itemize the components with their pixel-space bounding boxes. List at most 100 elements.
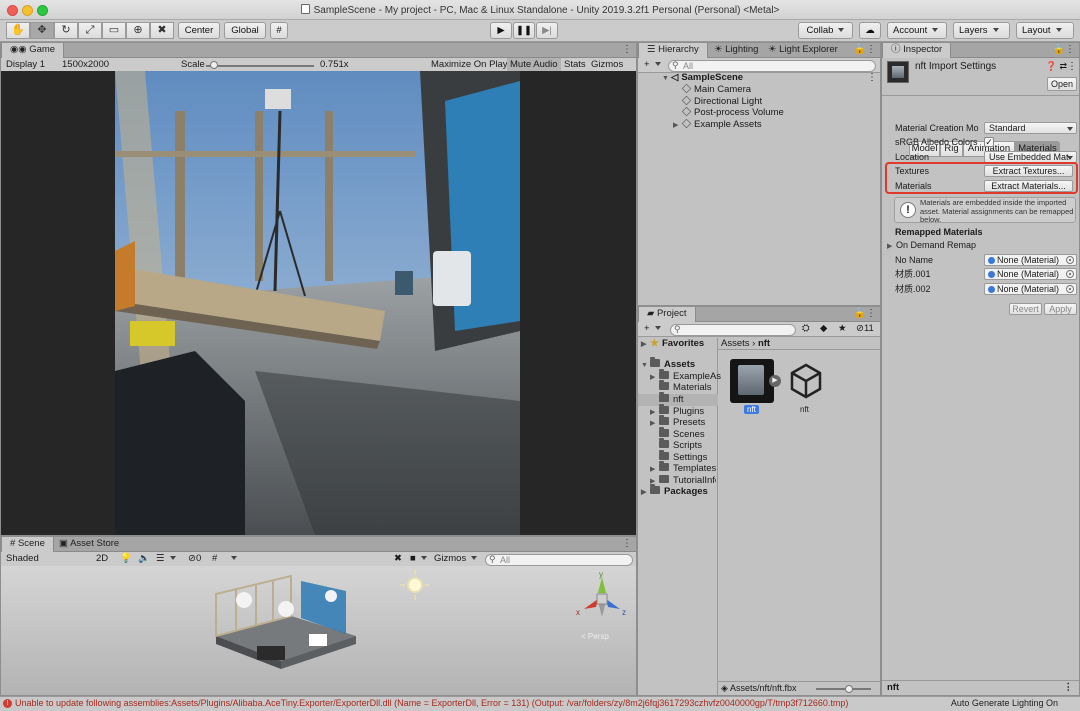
scene-menu-icon[interactable]: ⋮ [867, 72, 877, 83]
expanded-arrow-icon[interactable]: ▼ [641, 360, 650, 372]
pause-button[interactable]: ❚❚ [513, 22, 535, 39]
lighting-toggle-icon[interactable]: 💡 [117, 552, 135, 567]
scene-view-mode-label[interactable]: < Persp [581, 632, 609, 641]
remap-material-field[interactable]: None (Material) [984, 283, 1077, 295]
favorites-star-icon[interactable]: ★ [835, 322, 850, 337]
rotate-tool-icon[interactable]: ↻ [54, 22, 78, 39]
packages-row[interactable]: ▶ Packages [641, 484, 708, 499]
unity-mesh-icon[interactable] [788, 363, 824, 399]
camera-dropdown-icon[interactable]: ■ [407, 552, 430, 567]
expand-asset-arrow-icon[interactable]: ▶ [769, 375, 781, 387]
hierarchy-item-post-process-volume[interactable]: Post-process Volume [681, 106, 784, 119]
panel-menu-icon[interactable]: ⋮ [866, 44, 876, 55]
lock-icon[interactable]: 🔒 [854, 44, 866, 55]
object-picker-icon[interactable] [1066, 256, 1074, 264]
project-create-dropdown[interactable]: + [641, 322, 664, 337]
favorites-row[interactable]: ▶ ★ Favorites [641, 338, 704, 350]
console-error-message[interactable]: Unable to update following assemblies:As… [15, 698, 848, 708]
grid-snap-icon[interactable]: # [270, 22, 288, 39]
transform-tool-icon[interactable]: ⊕ [126, 22, 150, 39]
layout-dropdown[interactable]: Layout [1016, 22, 1074, 39]
tab-inspector[interactable]: ⓘ Inspector [882, 43, 952, 58]
project-search-input[interactable] [670, 324, 796, 336]
assets-root-row[interactable]: ▼ Assets [641, 357, 695, 372]
tab-asset-store[interactable]: ▣ Asset Store [51, 537, 127, 552]
tab-game[interactable]: ◉◉ Game [1, 43, 65, 58]
tab-light-explorer[interactable]: ☀ Light Explorer [760, 43, 846, 58]
icon-size-slider-thumb[interactable] [845, 685, 853, 693]
create-dropdown[interactable]: + [641, 58, 664, 73]
move-tool-icon[interactable]: ✥ [30, 22, 54, 39]
folder-row-selected[interactable]: nft [638, 392, 718, 406]
layers-dropdown[interactable]: Layers [953, 22, 1010, 39]
hierarchy-item-example-assets[interactable]: ▶ Example Assets [673, 118, 762, 132]
lock-icon[interactable]: 🔒 [854, 308, 866, 319]
scale-tool-icon[interactable]: ⤢ [78, 22, 102, 39]
object-picker-icon[interactable] [1066, 270, 1074, 278]
expanded-arrow-icon[interactable]: ▼ [662, 73, 671, 85]
account-dropdown[interactable]: Account [887, 22, 947, 39]
breadcrumb-assets[interactable]: Assets [721, 338, 750, 349]
folder-row[interactable]: Scripts [659, 438, 702, 452]
tab-project[interactable]: ▰ Project [638, 307, 696, 322]
presets-icon[interactable]: ⇄ [1059, 61, 1067, 72]
preview-menu-icon[interactable]: ⋮ [1064, 681, 1074, 695]
scene-search-input[interactable]: All [485, 554, 633, 566]
collapsed-arrow-icon[interactable]: ▶ [887, 241, 896, 253]
object-picker-icon[interactable] [1066, 285, 1074, 293]
revert-button[interactable]: Revert [1009, 303, 1042, 315]
material-creation-dropdown[interactable]: Standard [984, 122, 1077, 134]
remap-material-field[interactable]: None (Material) [984, 254, 1077, 266]
nft-model-thumbnail[interactable] [730, 359, 774, 403]
collapsed-arrow-icon[interactable]: ▶ [641, 339, 650, 351]
pivot-rotation-button[interactable]: Global [224, 22, 266, 39]
context-menu-icon[interactable]: ⋮ [1067, 61, 1077, 72]
tools-icon[interactable]: ✖ [391, 552, 405, 567]
srgb-albedo-checkbox[interactable]: ✓ [984, 137, 994, 147]
audio-toggle-icon[interactable]: 🔈 [135, 552, 153, 567]
collapsed-arrow-icon[interactable]: ▶ [641, 487, 650, 499]
tab-hierarchy[interactable]: ☰ Hierarchy [638, 43, 708, 58]
scene-viewport[interactable]: y x z < Persp [1, 566, 636, 695]
folder-row[interactable]: ▶ Templates [650, 461, 716, 475]
lock-icon[interactable]: 🔒 [1053, 44, 1065, 55]
hidden-objects-icon[interactable]: ⊘0 [185, 552, 204, 567]
tab-lighting[interactable]: ☀ Lighting [706, 43, 766, 58]
folder-row[interactable]: Materials [659, 380, 712, 394]
hand-tool-icon[interactable]: ✋ [6, 22, 30, 39]
breadcrumb-nft[interactable]: nft [758, 338, 770, 349]
help-icon[interactable]: ❓ [1046, 61, 1057, 72]
search-by-label-icon[interactable]: ◆ [817, 322, 830, 337]
panel-menu-icon[interactable]: ⋮ [622, 44, 632, 55]
extract-materials-button[interactable]: Extract Materials... [984, 180, 1073, 192]
tab-scene[interactable]: # Scene [1, 537, 54, 552]
grid-toggle-icon[interactable]: # [209, 552, 220, 567]
open-button[interactable]: Open [1047, 77, 1077, 91]
rect-tool-icon[interactable]: ▭ [102, 22, 126, 39]
scale-slider-track[interactable] [206, 65, 314, 67]
extract-textures-button[interactable]: Extract Textures... [984, 165, 1073, 177]
collab-dropdown[interactable]: Collab [798, 22, 853, 39]
remap-material-field[interactable]: None (Material) [984, 268, 1077, 280]
collapsed-arrow-icon[interactable]: ▶ [650, 418, 659, 430]
effects-dropdown-icon[interactable]: ☰ [153, 552, 179, 567]
2d-toggle[interactable]: 2D [93, 552, 111, 567]
scene-orientation-gizmo-icon[interactable]: y x z [574, 571, 630, 627]
panel-menu-icon[interactable]: ⋮ [1065, 44, 1075, 55]
custom-tool-icon[interactable]: ✖ [150, 22, 174, 39]
cloud-icon[interactable]: ☁ [859, 22, 881, 39]
apply-button[interactable]: Apply [1044, 303, 1077, 315]
pivot-mode-button[interactable]: Center [178, 22, 220, 39]
inspector-preview-bar[interactable]: nft ⋮ [882, 680, 1079, 695]
scene-root-row[interactable]: ▼ ◁ SampleScene [662, 72, 743, 84]
collapsed-arrow-icon[interactable]: ▶ [673, 120, 682, 132]
asset-label-selected[interactable]: nft [744, 405, 759, 414]
panel-menu-icon[interactable]: ⋮ [866, 308, 876, 319]
hierarchy-item-main-camera[interactable]: Main Camera [681, 83, 751, 96]
hierarchy-search-input[interactable]: All [668, 60, 876, 72]
icon-size-slider[interactable] [816, 688, 871, 690]
auto-generate-lighting-status[interactable]: Auto Generate Lighting On [951, 698, 1058, 708]
collapsed-arrow-icon[interactable]: ▶ [650, 372, 659, 384]
play-button[interactable]: ▶ [490, 22, 512, 39]
scene-gizmos-dropdown[interactable]: Gizmos [431, 552, 480, 567]
